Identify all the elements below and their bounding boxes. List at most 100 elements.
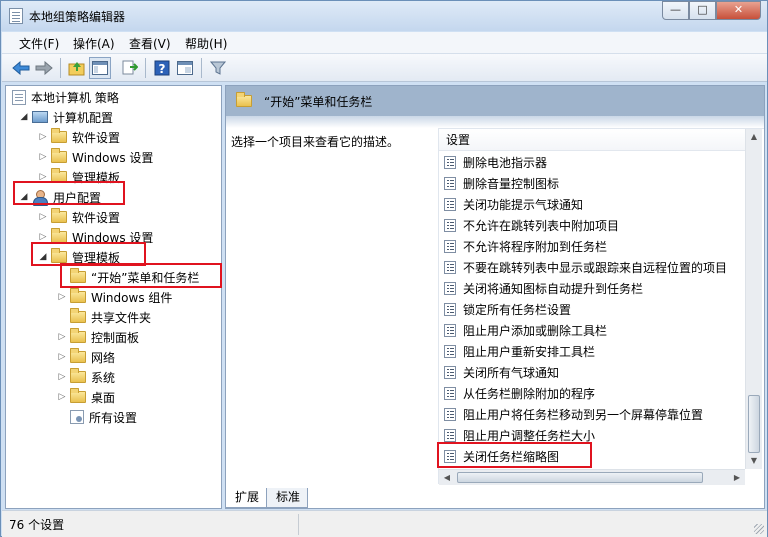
tree-item-all-settings[interactable]: 所有设置	[56, 407, 137, 427]
tree-item-network[interactable]: ▷ 网络	[56, 347, 115, 367]
expand-arrow-icon[interactable]: ▷	[56, 352, 68, 362]
scroll-right-arrow-icon[interactable]: ▶	[729, 470, 745, 485]
list-item[interactable]: 关闭所有气球通知	[439, 362, 745, 383]
close-button[interactable]: ✕	[716, 1, 761, 20]
expand-arrow-icon[interactable]: ▷	[56, 292, 68, 302]
expand-arrow-icon[interactable]: ▷	[56, 372, 68, 382]
list-item[interactable]: 删除音量控制图标	[439, 173, 745, 194]
status-count: 76 个设置	[9, 518, 65, 532]
list-item[interactable]: 从任务栏删除附加的程序	[439, 383, 745, 404]
tree-item-control-panel[interactable]: ▷ 控制面板	[56, 327, 139, 347]
expand-arrow-icon[interactable]: ▷	[56, 332, 68, 342]
menu-view[interactable]: 查看(V)	[129, 35, 171, 52]
export-list-icon[interactable]	[119, 57, 141, 79]
tree-item-cc-admin[interactable]: ▷ 管理模板	[37, 167, 120, 187]
policy-setting-icon	[444, 387, 456, 400]
folder-icon	[51, 228, 67, 243]
expand-arrow-icon[interactable]: ▷	[37, 132, 49, 142]
tree-item-root[interactable]: 本地计算机 策略	[10, 87, 119, 107]
list-item-label: 不允许将程序附加到任务栏	[463, 240, 608, 254]
details-header: “开始”菜单和任务栏	[226, 86, 764, 116]
tree-item-computer-config[interactable]: ◢ 计算机配置	[18, 107, 113, 127]
vertical-scrollbar[interactable]: ▲ ▼	[745, 129, 762, 469]
all-settings-icon	[70, 410, 84, 424]
tree-item-user-config[interactable]: ◢ 用户配置	[18, 187, 101, 207]
list-item[interactable]: 阻止用户将任务栏移动到另一个屏幕停靠位置	[439, 404, 745, 425]
expand-arrow-icon[interactable]: ▷	[37, 152, 49, 162]
tree-item-label: 本地计算机 策略	[31, 90, 119, 105]
expand-arrow-icon[interactable]: ▷	[37, 232, 49, 242]
list-item-label: 不要在跳转列表中显示或跟踪来自远程位置的项目	[463, 261, 728, 275]
forward-arrow-icon[interactable]	[33, 57, 55, 79]
show-hide-tree-icon[interactable]	[89, 57, 111, 79]
list-item[interactable]: 不允许在跳转列表中附加项目	[439, 215, 745, 236]
policy-setting-icon	[444, 177, 456, 190]
list-item[interactable]: 关闭任务栏缩略图	[439, 446, 745, 467]
tree-item-label: 共享文件夹	[91, 310, 152, 325]
menu-file[interactable]: 文件(F)	[19, 35, 59, 52]
list-item[interactable]: 阻止用户重新安排工具栏	[439, 341, 745, 362]
list-item-label: 锁定所有任务栏设置	[463, 303, 572, 317]
collapse-arrow-icon[interactable]: ◢	[18, 112, 30, 122]
list-item[interactable]: 锁定所有任务栏设置	[439, 299, 745, 320]
tree-item-uc-windows[interactable]: ▷ Windows 设置	[37, 227, 153, 247]
tab-standard[interactable]: 标准	[266, 488, 309, 508]
expand-arrow-icon[interactable]: ▷	[37, 212, 49, 222]
list-item[interactable]: 关闭功能提示气球通知	[439, 194, 745, 215]
expand-arrow-icon[interactable]: ▷	[56, 392, 68, 402]
column-header-settings[interactable]: 设置	[439, 129, 745, 151]
tab-extended[interactable]: 扩展	[225, 488, 268, 508]
folder-open-icon	[70, 268, 86, 283]
folder-icon	[70, 348, 86, 363]
tree-item-shared-folders[interactable]: 共享文件夹	[56, 307, 151, 327]
folder-icon	[70, 368, 86, 383]
tree-item-desktop[interactable]: ▷ 桌面	[56, 387, 115, 407]
list-item[interactable]: 阻止用户调整任务栏大小	[439, 425, 745, 446]
tree-item-uc-admin[interactable]: ◢ 管理模板	[37, 247, 120, 267]
tree-item-label: 桌面	[91, 390, 116, 405]
horizontal-scroll-thumb[interactable]	[457, 472, 703, 483]
menu-help[interactable]: 帮助(H)	[185, 35, 227, 52]
help-icon[interactable]: ?	[151, 57, 173, 79]
tree-item-uc-software[interactable]: ▷ 软件设置	[37, 207, 120, 227]
collapse-arrow-icon[interactable]: ◢	[18, 192, 30, 202]
policy-setting-icon	[444, 429, 456, 442]
expand-arrow-icon[interactable]: ▷	[37, 172, 49, 182]
resize-grip-icon[interactable]	[754, 524, 764, 534]
tree-item-cc-windows[interactable]: ▷ Windows 设置	[37, 147, 153, 167]
tree-item-label: 管理模板	[72, 250, 121, 265]
filter-icon[interactable]	[207, 57, 229, 79]
policy-setting-icon	[444, 303, 456, 316]
tree-item-cc-software[interactable]: ▷ 软件设置	[37, 127, 120, 147]
scroll-up-arrow-icon[interactable]: ▲	[746, 129, 762, 145]
tree-item-windows-components[interactable]: ▷ Windows 组件	[56, 287, 172, 307]
back-arrow-icon[interactable]	[10, 57, 32, 79]
svg-text:?: ?	[159, 62, 166, 76]
user-icon	[32, 190, 48, 206]
policy-setting-icon	[444, 366, 456, 379]
header-gradient	[226, 116, 764, 128]
up-folder-icon[interactable]	[66, 57, 88, 79]
view-tabs: 扩展 标准	[225, 488, 309, 509]
policy-setting-icon	[444, 282, 456, 295]
collapse-arrow-icon[interactable]: ◢	[37, 252, 49, 262]
list-item-label: 删除音量控制图标	[463, 177, 560, 191]
tree-item-start-menu[interactable]: “开始”菜单和任务栏	[56, 267, 199, 287]
tree-item-system[interactable]: ▷ 系统	[56, 367, 115, 387]
vertical-scroll-thumb[interactable]	[748, 395, 760, 453]
scroll-left-arrow-icon[interactable]: ◀	[439, 470, 455, 485]
title-bar[interactable]: 本地组策略编辑器 — □ ✕	[1, 1, 767, 31]
maximize-button[interactable]: □	[689, 1, 716, 20]
scroll-down-arrow-icon[interactable]: ▼	[746, 453, 762, 469]
list-item[interactable]: 删除电池指示器	[439, 152, 745, 173]
list-item[interactable]: 关闭将通知图标自动提升到任务栏	[439, 278, 745, 299]
list-item[interactable]: 阻止用户添加或删除工具栏	[439, 320, 745, 341]
tree-item-label: 软件设置	[72, 210, 121, 225]
details-header-title: “开始”菜单和任务栏	[264, 94, 373, 109]
menu-action[interactable]: 操作(A)	[73, 35, 115, 52]
horizontal-scrollbar[interactable]: ◀ ▶	[439, 469, 745, 485]
console-tree-icon[interactable]	[174, 57, 196, 79]
list-item[interactable]: 不允许将程序附加到任务栏	[439, 236, 745, 257]
list-item[interactable]: 不要在跳转列表中显示或跟踪来自远程位置的项目	[439, 257, 745, 278]
minimize-button[interactable]: —	[662, 1, 689, 20]
